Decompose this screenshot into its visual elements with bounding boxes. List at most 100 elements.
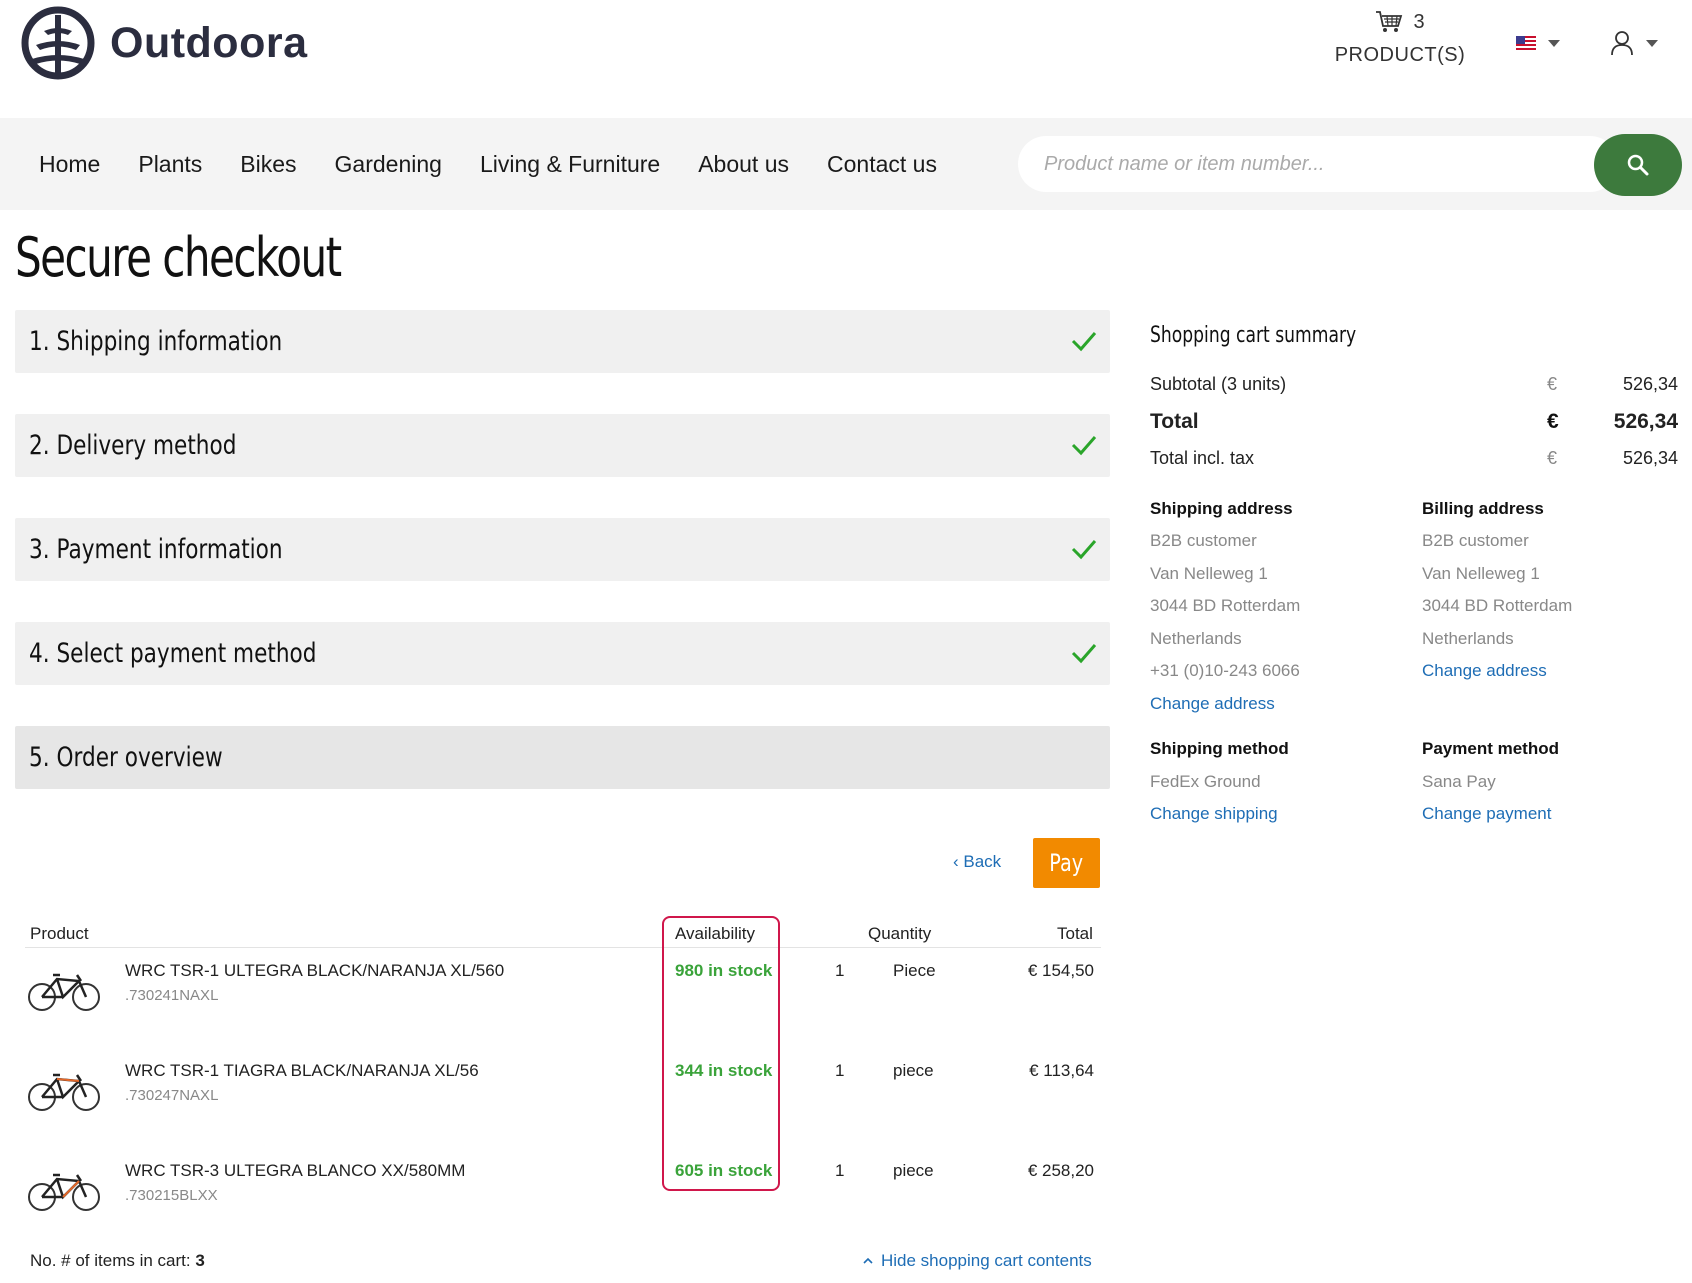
logo[interactable]: Outdoora (20, 5, 307, 81)
total-currency: € (1547, 410, 1559, 433)
product-name[interactable]: WRC TSR-1 ULTEGRA BLACK/NARANJA XL/560 (125, 961, 504, 981)
quantity-value: 1 (835, 961, 845, 980)
column-header-quantity: Quantity (868, 924, 932, 943)
chevron-up-icon (863, 1257, 873, 1264)
account-menu[interactable] (1610, 30, 1658, 56)
product-code: .730215BLXX (125, 1187, 218, 1204)
cart-count: 3 (1413, 10, 1425, 33)
unit-of-measure: piece (893, 1061, 934, 1080)
bike-thumbnail[interactable] (27, 1061, 101, 1115)
header: Outdoora 3 PRODUCT(S) (0, 0, 1692, 118)
pay-button-label: Pay (1049, 849, 1084, 877)
page-title: Secure checkout (15, 226, 342, 289)
unit-of-measure: Piece (893, 961, 936, 980)
billing-address-line: Netherlands (1422, 629, 1514, 648)
total-amount: 526,34 (1613, 410, 1678, 433)
search-button[interactable] (1594, 134, 1682, 196)
search-field-wrapper (1018, 136, 1618, 192)
unit-of-measure: piece (893, 1161, 934, 1180)
billing-address-line: 3044 BD Rotterdam (1422, 596, 1573, 615)
payment-method-title: Payment method (1422, 739, 1559, 758)
nav-plants[interactable]: Plants (138, 151, 202, 178)
shipping-address-line: B2B customer (1150, 531, 1257, 550)
back-link[interactable]: ‹ Back (953, 852, 1001, 872)
step-title: 4. Select payment method (29, 638, 317, 669)
billing-address-line: B2B customer (1422, 531, 1529, 550)
chevron-down-icon (1548, 39, 1560, 47)
hide-cart-contents-label: Hide shopping cart contents (881, 1251, 1092, 1270)
tree-logo-icon (21, 6, 95, 80)
search-bar (1018, 134, 1682, 196)
items-in-cart-count: 3 (195, 1251, 205, 1270)
main-nav: Home Plants Bikes Gardening Living & Fur… (20, 118, 956, 210)
shipping-method-value: FedEx Ground (1150, 772, 1261, 791)
table-row: WRC TSR-1 TIAGRA BLACK/NARANJA XL/56 .73… (25, 1061, 1101, 1151)
quantity-value: 1 (835, 1161, 845, 1180)
change-billing-address-link[interactable]: Change address (1422, 661, 1547, 681)
cart-icon (1376, 11, 1403, 32)
subtotal-label: Subtotal (3 units) (1150, 374, 1287, 394)
step-title: 5. Order overview (29, 742, 223, 773)
total-incl-tax-label: Total incl. tax (1150, 448, 1255, 468)
change-shipping-link[interactable]: Change shipping (1150, 804, 1278, 824)
product-name[interactable]: WRC TSR-1 TIAGRA BLACK/NARANJA XL/56 (125, 1061, 479, 1081)
table-row: WRC TSR-1 ULTEGRA BLACK/NARANJA XL/560 .… (25, 961, 1101, 1051)
checkmark-icon (1071, 540, 1097, 560)
column-header-total: Total (1057, 924, 1093, 943)
step-payment-information[interactable]: 3. Payment information (15, 518, 1110, 581)
step-select-payment-method[interactable]: 4. Select payment method (15, 622, 1110, 685)
brand-name: Outdoora (110, 18, 308, 67)
main-navbar: Home Plants Bikes Gardening Living & Fur… (0, 118, 1692, 210)
language-selector[interactable] (1516, 36, 1560, 50)
pay-button[interactable]: Pay (1033, 838, 1100, 888)
items-in-cart-label: No. # of items in cart: (30, 1251, 191, 1270)
shipping-address-phone: +31 (0)10-243 6066 (1150, 661, 1300, 680)
step-delivery-method[interactable]: 2. Delivery method (15, 414, 1110, 477)
product-code: .730241NAXL (125, 987, 219, 1004)
subtotal-amount: 526,34 (1622, 374, 1678, 394)
product-code: .730247NAXL (125, 1087, 219, 1104)
total-label: Total (1150, 410, 1199, 433)
step-title: 2. Delivery method (29, 430, 237, 461)
payment-method-value: Sana Pay (1422, 772, 1496, 791)
bike-thumbnail[interactable] (27, 1161, 101, 1215)
nav-gardening[interactable]: Gardening (335, 151, 442, 178)
table-header-divider (25, 947, 1101, 948)
step-title: 3. Payment information (29, 534, 283, 565)
line-total: € 113,64 (1029, 1061, 1094, 1080)
shipping-address-title: Shipping address (1150, 499, 1293, 518)
nav-bikes[interactable]: Bikes (240, 151, 296, 178)
nav-home[interactable]: Home (39, 151, 100, 178)
step-order-overview: 5. Order overview (15, 726, 1110, 789)
column-header-product: Product (30, 924, 89, 943)
checkmark-icon (1071, 644, 1097, 664)
step-shipping-information[interactable]: 1. Shipping information (15, 310, 1110, 373)
change-payment-link[interactable]: Change payment (1422, 804, 1551, 824)
shipping-address-line: Netherlands (1150, 629, 1242, 648)
nav-contact-us[interactable]: Contact us (827, 151, 937, 178)
billing-address-line: Van Nelleweg 1 (1422, 564, 1540, 583)
cart-label: PRODUCT(S) (1334, 44, 1466, 66)
search-input[interactable] (1044, 152, 1592, 176)
nav-about-us[interactable]: About us (698, 151, 789, 178)
items-in-cart: No. # of items in cart: 3 (30, 1251, 205, 1271)
checkmark-icon (1071, 436, 1097, 456)
total-incl-tax-currency: € (1547, 448, 1558, 468)
shipping-address-line: 3044 BD Rotterdam (1150, 596, 1301, 615)
hide-cart-contents-link[interactable]: Hide shopping cart contents (863, 1251, 1092, 1271)
user-icon (1611, 31, 1633, 56)
us-flag-icon (1516, 36, 1536, 50)
cart-widget[interactable]: 3 PRODUCT(S) (1325, 10, 1475, 67)
step-title: 1. Shipping information (29, 326, 283, 357)
bike-thumbnail[interactable] (27, 961, 101, 1015)
quantity-value: 1 (835, 1061, 845, 1080)
subtotal-currency: € (1547, 374, 1558, 394)
line-total: € 154,50 (1027, 961, 1094, 980)
table-row: WRC TSR-3 ULTEGRA BLANCO XX/580MM .73021… (25, 1161, 1101, 1251)
total-incl-tax-amount: 526,34 (1622, 448, 1678, 468)
product-name[interactable]: WRC TSR-3 ULTEGRA BLANCO XX/580MM (125, 1161, 465, 1181)
change-shipping-address-link[interactable]: Change address (1150, 694, 1275, 714)
nav-living-furniture[interactable]: Living & Furniture (480, 151, 660, 178)
line-total: € 258,20 (1027, 1161, 1094, 1180)
billing-address-title: Billing address (1422, 499, 1544, 518)
